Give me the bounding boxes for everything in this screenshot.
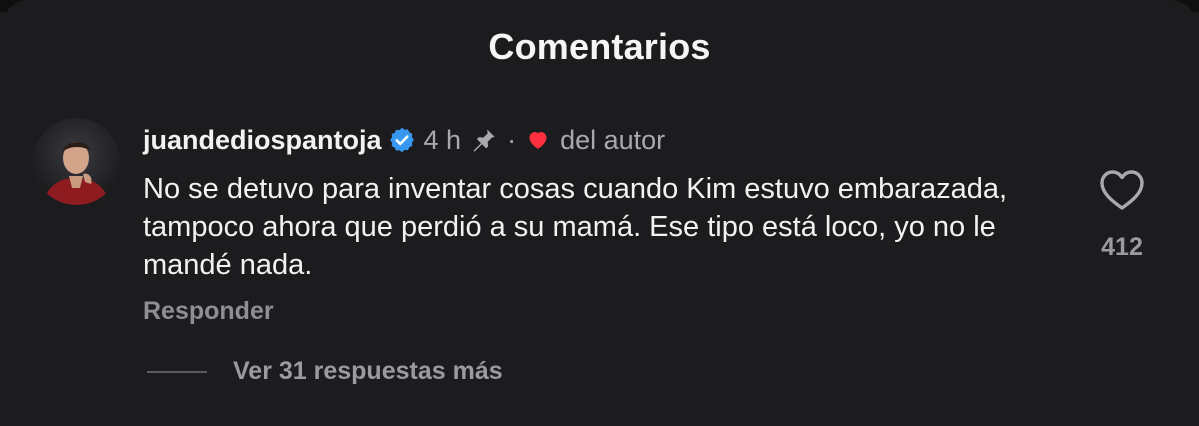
reply-button[interactable]: Responder: [143, 297, 274, 326]
pin-icon: [469, 125, 499, 155]
verified-badge-icon: [388, 126, 416, 154]
comments-sheet: Comentarios juandediospantoja 4 h · del …: [0, 0, 1199, 426]
author-like-label: del autor: [560, 124, 666, 155]
replies-divider: [147, 370, 207, 373]
page-title: Comentarios: [488, 26, 711, 67]
comment-time: 4 h: [423, 124, 462, 155]
avatar-image: [33, 118, 120, 205]
like-button[interactable]: [1098, 168, 1146, 212]
avatar[interactable]: [33, 118, 120, 205]
meta-separator: ·: [507, 124, 517, 155]
comment-text: No se detuvo para inventar cosas cuando …: [143, 173, 1008, 281]
like-count: 412: [1101, 233, 1143, 261]
comment-username[interactable]: juandediospantoja: [143, 125, 382, 156]
view-more-replies-label: Ver 31 respuestas más: [233, 357, 503, 385]
heart-outline-icon: [1100, 170, 1144, 210]
comment-meta: juandediospantoja 4 h · del autor: [143, 122, 665, 158]
heart-icon: [526, 128, 550, 152]
view-more-replies[interactable]: Ver 31 respuestas más: [147, 357, 503, 386]
